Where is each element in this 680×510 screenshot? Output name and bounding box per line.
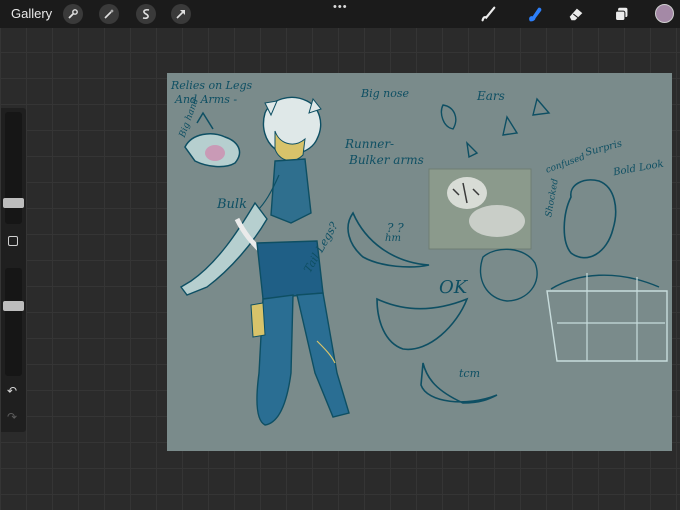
annotation-ears: Ears [477,89,505,103]
magic-wand-icon[interactable] [99,4,119,24]
annotation-bulk: Bulk [217,197,247,212]
color-picker-button[interactable] [655,4,674,23]
left-sidebar: ↶ ↷ [1,108,26,432]
opacity-slider[interactable] [5,268,22,376]
transform-arrow-icon[interactable] [171,4,191,24]
annotation-ok: OK [439,277,468,298]
sketch-artwork [179,96,668,426]
selection-icon[interactable] [136,4,156,24]
top-toolbar: Gallery ••• [0,0,680,28]
wrench-icon[interactable] [63,4,83,24]
modify-button[interactable] [8,236,18,246]
annotation-runner: Runner- [345,137,395,151]
smudge-icon[interactable] [524,4,544,24]
annotation-big-nose: Big nose [361,87,410,100]
opacity-handle[interactable] [3,301,24,311]
annotation-relies: Relies on Legs [171,79,253,92]
brush-size-handle[interactable] [3,198,24,208]
gallery-button[interactable]: Gallery [11,6,52,21]
annotation-and-arms: And Arms - [175,93,238,106]
undo-button[interactable]: ↶ [7,384,17,398]
redo-button[interactable]: ↷ [7,410,17,424]
drawing-canvas[interactable]: Relies on Legs And Arms - Big hand Big n… [167,73,672,451]
brush-icon[interactable] [478,4,498,24]
annotation-hm: hm [385,233,401,244]
annotation-tcm: tcm [459,367,481,380]
layers-icon[interactable] [611,4,631,24]
annotation-bulker-arms: Bulker arms [349,153,424,167]
more-options-button[interactable]: ••• [333,1,348,13]
eraser-icon[interactable] [566,4,586,24]
